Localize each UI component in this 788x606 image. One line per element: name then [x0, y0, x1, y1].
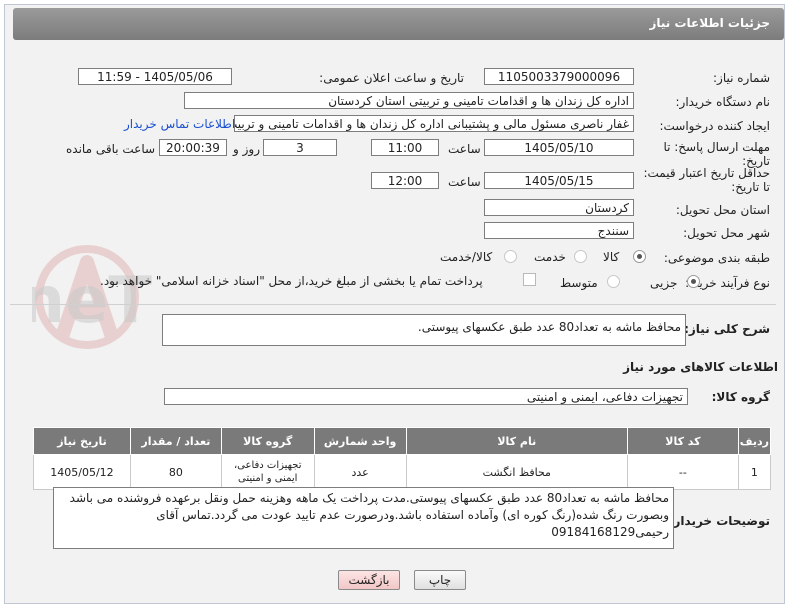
need-number-label: شماره نیاز:	[713, 71, 770, 85]
summary-label: شرح کلی نیاز:	[684, 322, 770, 336]
col-row-header: ردیف	[737, 427, 772, 455]
validity-time-field: 12:00	[371, 172, 439, 189]
process-option-minor: جزیی	[650, 276, 678, 290]
cell-date: 1405/05/12	[33, 454, 131, 490]
remaining-time-field: 20:00:39	[159, 139, 227, 156]
validity-time-label: ساعت	[448, 175, 481, 189]
col-code-header: کد کالا	[627, 427, 739, 455]
col-date-header: تاریخ نیاز	[33, 427, 131, 455]
category-radio-goods-service[interactable]	[504, 250, 517, 263]
deadline-time-field: 11:00	[371, 139, 439, 156]
table-row: 1 -- محافظ انگشت عدد تجهیزات دفاعی، ایمن…	[33, 454, 772, 490]
treasury-payment-checkbox[interactable]	[523, 273, 536, 286]
announce-field: 1405/05/06 - 11:59	[78, 68, 232, 85]
category-option-goods-service: کالا/خدمت	[440, 250, 493, 264]
col-qty-header: تعداد / مقدار	[129, 427, 222, 455]
province-field: کردستان	[484, 199, 634, 216]
goods-table: ردیف کد کالا نام کالا واحد شمارش گروه کا…	[33, 427, 772, 490]
category-radio-goods[interactable]	[633, 250, 646, 263]
days-field: 3	[263, 139, 337, 156]
process-radio-medium[interactable]	[607, 275, 620, 288]
creator-field: غفار ناصری مسئول مالی و پشتیبانی اداره ک…	[234, 115, 634, 132]
city-field: سنندج	[484, 222, 634, 239]
print-button[interactable]: چاپ	[414, 570, 466, 590]
goods-group-label: گروه کالا:	[711, 390, 770, 404]
deadline-date-field: 1405/05/10	[484, 139, 634, 156]
process-option-medium: متوسط	[560, 276, 598, 290]
days-label: روز و	[233, 142, 260, 156]
category-option-service: خدمت	[534, 250, 566, 264]
buyer-notes-field: محافظ ماشه به تعداد80 عدد طبق عکسهای پیو…	[53, 487, 674, 549]
buyer-notes-label: توضیحات خریدار:	[668, 514, 770, 528]
cell-name: محافظ انگشت	[405, 454, 629, 490]
treasury-payment-note: پرداخت تمام یا بخشی از مبلغ خرید،از محل …	[100, 274, 483, 288]
category-radio-service[interactable]	[574, 250, 587, 263]
deadline-label: مهلت ارسال پاسخ: تا تاریخ:	[663, 140, 770, 168]
cell-row: 1	[737, 454, 772, 490]
process-radio-minor[interactable]	[687, 275, 700, 288]
cell-code: --	[627, 454, 739, 490]
table-header-row: ردیف کد کالا نام کالا واحد شمارش گروه کا…	[33, 427, 772, 455]
col-group-header: گروه کالا	[220, 427, 315, 455]
city-label: شهر محل تحویل:	[683, 226, 770, 240]
buyer-org-field: اداره کل زندان ها و اقدامات تامینی و ترب…	[184, 92, 634, 109]
remaining-label: ساعت باقی مانده	[66, 142, 156, 156]
goods-section-title: اطلاعات کالاهای مورد نیاز	[623, 360, 778, 374]
panel-header: جزئیات اطلاعات نیاز	[13, 8, 784, 40]
validity-date-field: 1405/05/15	[484, 172, 634, 189]
province-label: استان محل تحویل:	[675, 203, 770, 217]
panel-title: جزئیات اطلاعات نیاز	[649, 16, 770, 30]
goods-group-field: تجهیزات دفاعی، ایمنی و امنیتی	[164, 388, 688, 405]
cell-group: تجهیزات دفاعی، ایمنی و امنیتی	[220, 454, 315, 490]
category-label: طبقه بندی موضوعی:	[663, 251, 770, 265]
col-name-header: نام کالا	[405, 427, 629, 455]
divider	[10, 304, 776, 305]
announce-label: تاریخ و ساعت اعلان عمومی:	[319, 71, 464, 85]
deadline-time-label: ساعت	[448, 142, 481, 156]
validity-label: حداقل تاریخ اعتبار قیمت: تا تاریخ:	[643, 166, 770, 194]
back-button[interactable]: بازگشت	[338, 570, 400, 590]
need-number-field: 1105003379000096	[484, 68, 634, 85]
cell-qty: 80	[129, 454, 222, 490]
category-option-goods: کالا	[603, 250, 620, 264]
col-unit-header: واحد شمارش	[313, 427, 407, 455]
creator-label: ایجاد کننده درخواست:	[659, 119, 770, 133]
summary-field: محافظ ماشه به تعداد80 عدد طبق عکسهای پیو…	[162, 314, 686, 346]
buyer-contact-link[interactable]: اطلاعات تماس خریدار	[124, 117, 235, 131]
cell-unit: عدد	[313, 454, 407, 490]
buyer-org-label: نام دستگاه خریدار:	[675, 95, 771, 109]
